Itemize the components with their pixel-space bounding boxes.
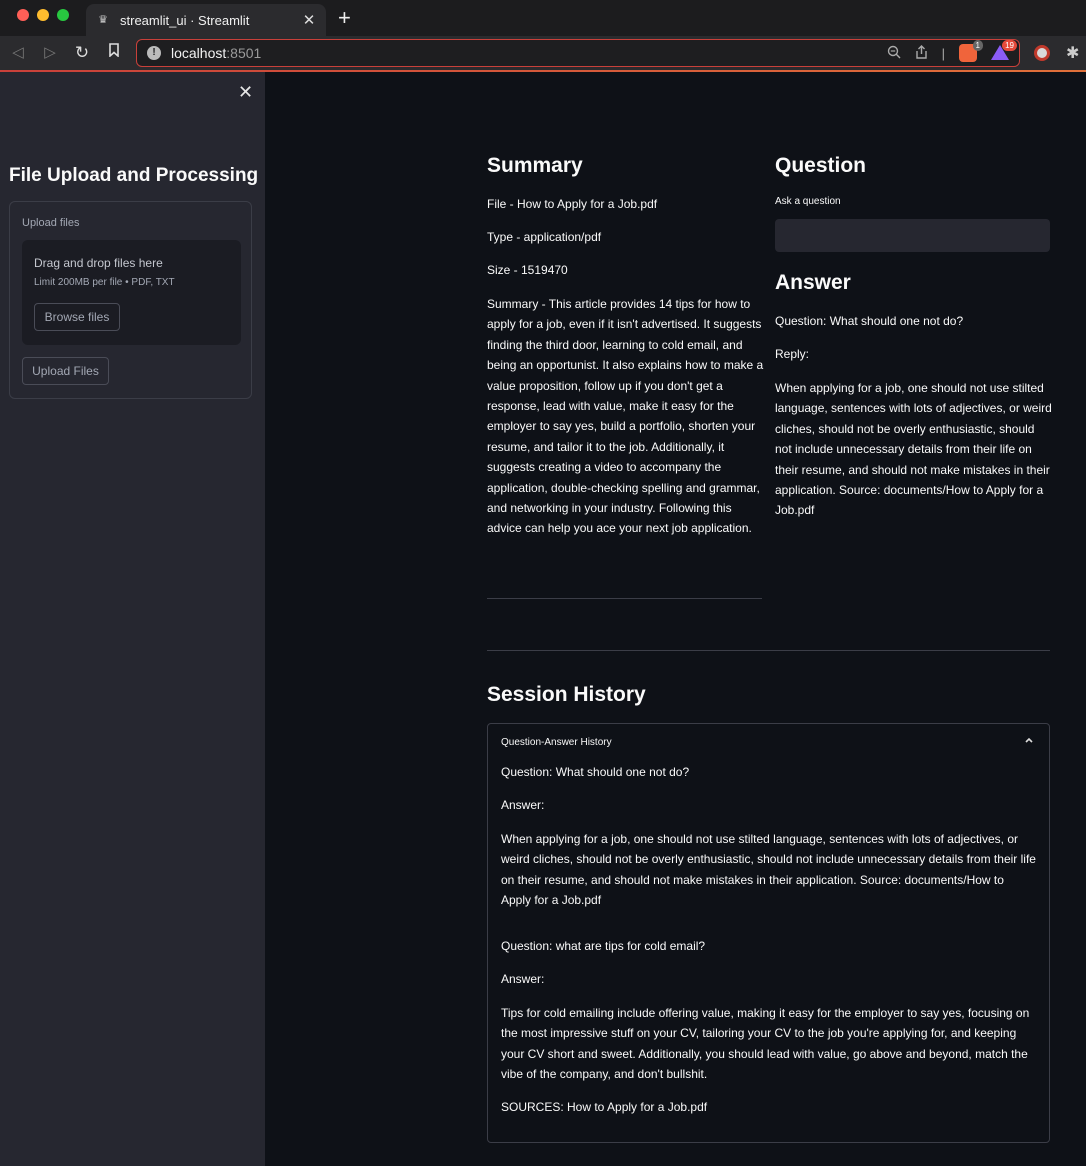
brave-shields-icon[interactable]: 1 xyxy=(959,40,983,62)
dropzone-limit: Limit 200MB per file • PDF, TXT xyxy=(34,277,175,288)
history-answer-2: Tips for cold emailing include offering … xyxy=(501,1006,1030,1082)
answer-heading: Answer xyxy=(775,271,851,294)
browser-toolbar: ◁ ▷ ↻ ! localhost:8501 | 1 19 ✱ xyxy=(0,36,1086,70)
zoom-icon[interactable] xyxy=(887,45,901,62)
browser-tab-bar: ♛ streamlit_ui · Streamlit ✕ + xyxy=(0,0,1086,36)
history-sources: SOURCES: How to Apply for a Job.pdf xyxy=(501,1100,708,1114)
browser-tab[interactable]: ♛ streamlit_ui · Streamlit ✕ xyxy=(86,4,326,36)
url-host: localhost xyxy=(171,45,227,61)
summary-heading: Summary xyxy=(487,154,583,177)
answer-question: Question: What should one not do? xyxy=(775,314,964,328)
url-port: :8501 xyxy=(226,45,262,61)
summary-text: Summary - This article provides 14 tips … xyxy=(487,297,764,536)
share-icon[interactable] xyxy=(915,44,928,62)
window-minimize-button[interactable] xyxy=(37,9,49,21)
upload-form: Upload files Drag and drop files here Li… xyxy=(9,201,252,399)
bookmark-icon[interactable] xyxy=(104,43,124,63)
window-maximize-button[interactable] xyxy=(57,9,69,21)
answer-reply: When applying for a job, one should not … xyxy=(775,381,1052,518)
ask-question-input[interactable] xyxy=(775,219,1050,252)
session-history-heading: Session History xyxy=(487,683,646,706)
summary-divider xyxy=(487,598,762,599)
qa-history-expander: Question-Answer History Question: What s… xyxy=(487,723,1050,1143)
summary-file: File - How to Apply for a Job.pdf xyxy=(487,197,658,211)
rewards-badge-count: 19 xyxy=(1002,40,1017,51)
address-bar[interactable]: ! localhost:8501 | 1 19 xyxy=(136,39,1020,67)
ask-question-label: Ask a question xyxy=(775,196,841,207)
address-bar-actions: | 1 19 xyxy=(887,40,1017,62)
brave-badge-count: 1 xyxy=(972,40,983,51)
upload-label: Upload files xyxy=(22,217,80,229)
file-dropzone[interactable]: Drag and drop files here Limit 200MB per… xyxy=(22,240,241,345)
close-icon[interactable]: ✕ xyxy=(238,82,253,103)
window-close-button[interactable] xyxy=(17,9,29,21)
browse-files-button[interactable]: Browse files xyxy=(34,303,120,331)
main-content: Summary File - How to Apply for a Job.pd… xyxy=(265,72,1086,1166)
answer-reply-label: Reply: xyxy=(775,347,810,361)
tab-close-icon[interactable]: ✕ xyxy=(302,11,316,29)
site-info-icon[interactable]: ! xyxy=(147,46,161,60)
tab-title: streamlit_ui · Streamlit xyxy=(120,12,250,28)
reload-icon[interactable]: ↻ xyxy=(72,43,92,63)
summary-size: Size - 1519470 xyxy=(487,263,568,277)
history-answer-1: When applying for a job, one should not … xyxy=(501,832,1036,908)
history-question-1: Question: What should one not do? xyxy=(501,765,690,779)
summary-type: Type - application/pdf xyxy=(487,230,602,244)
new-tab-icon[interactable]: + xyxy=(338,6,351,30)
history-question-2: Question: what are tips for cold email? xyxy=(501,939,706,953)
chevron-up-icon[interactable] xyxy=(1023,734,1035,749)
dropzone-text: Drag and drop files here xyxy=(34,256,163,270)
forward-icon[interactable]: ▷ xyxy=(40,43,60,63)
upload-files-button[interactable]: Upload Files xyxy=(22,357,109,385)
section-divider xyxy=(487,650,1050,651)
sidebar-title: File Upload and Processing xyxy=(9,165,259,186)
sidebar: ✕ File Upload and Processing Upload file… xyxy=(0,72,265,1166)
history-answer-1-label: Answer: xyxy=(501,798,545,812)
brave-rewards-icon[interactable]: 19 xyxy=(991,40,1017,61)
question-heading: Question xyxy=(775,154,867,177)
puzzle-extensions-icon[interactable]: ✱ xyxy=(1066,43,1079,63)
back-icon[interactable]: ◁ xyxy=(8,43,28,63)
divider: | xyxy=(941,45,945,61)
streamlit-favicon-icon: ♛ xyxy=(98,14,108,26)
history-answer-2-label: Answer: xyxy=(501,972,545,986)
extension-icon[interactable] xyxy=(1034,45,1050,61)
expander-header[interactable]: Question-Answer History xyxy=(501,737,612,748)
